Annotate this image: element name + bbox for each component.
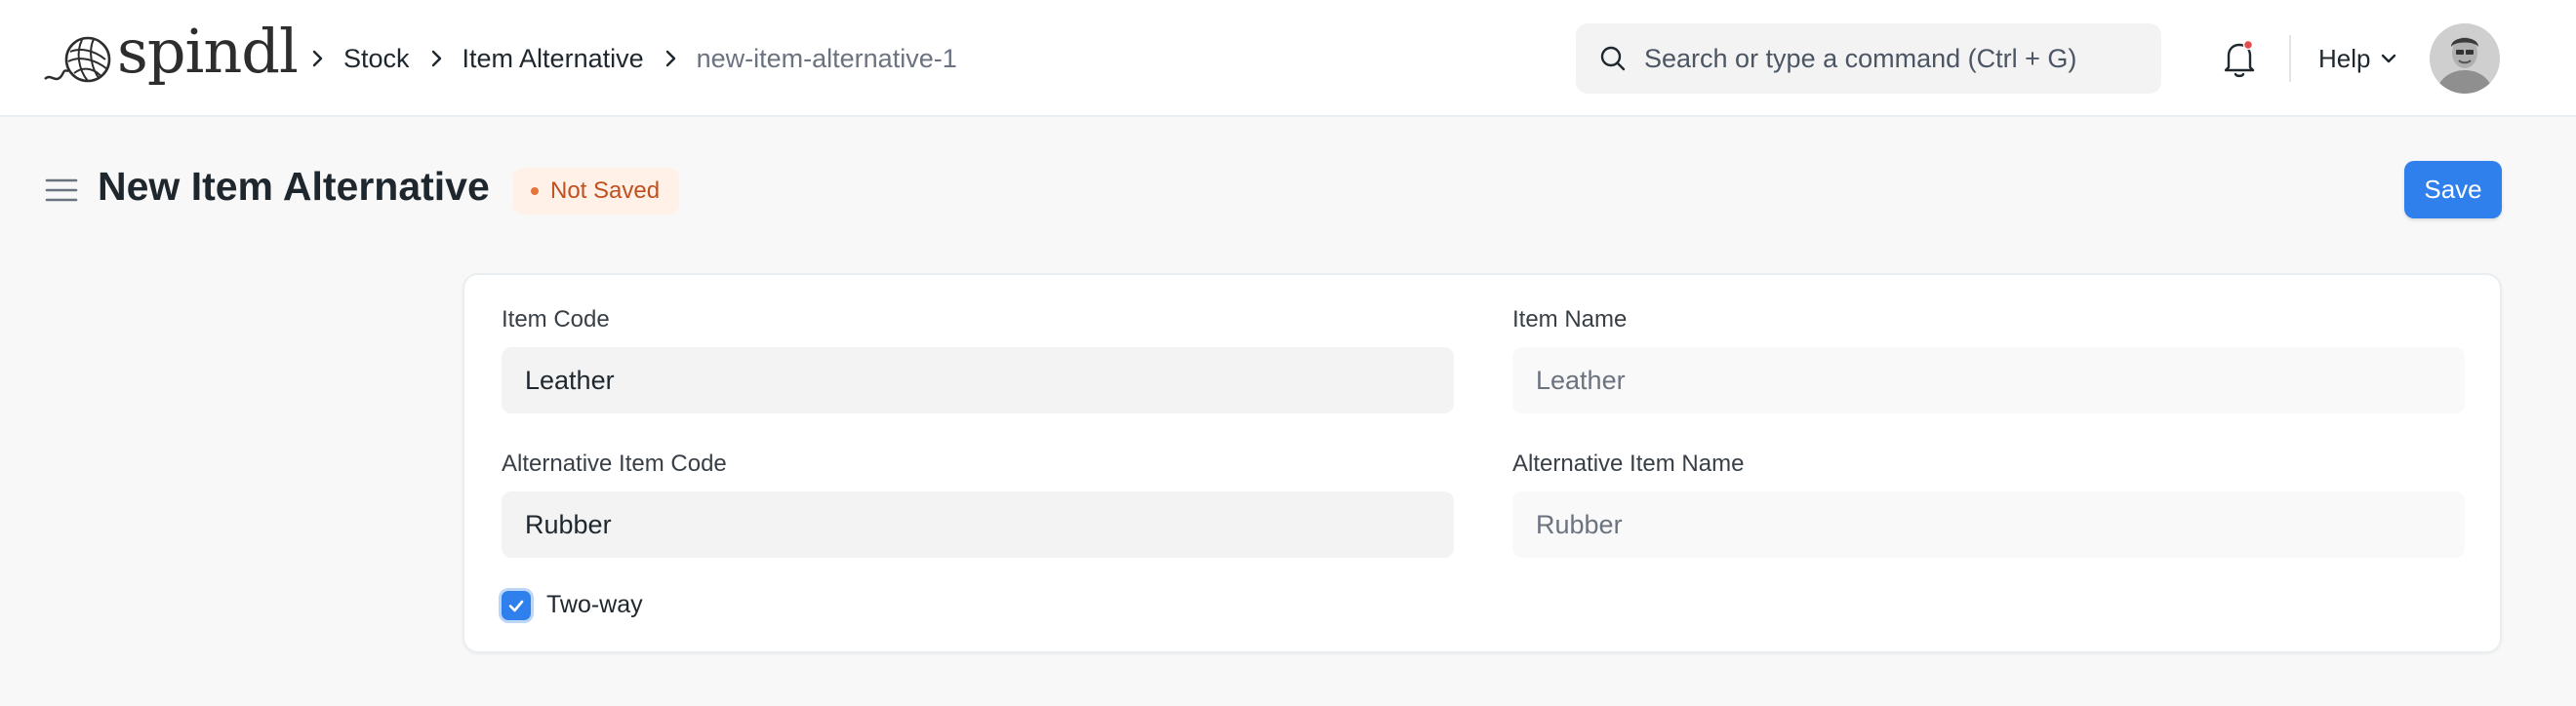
brand-logo[interactable]: spindl bbox=[43, 16, 299, 92]
alternative-item-code-input[interactable] bbox=[502, 491, 1454, 558]
yarn-ball-icon bbox=[44, 36, 111, 83]
item-code-label: Item Code bbox=[502, 306, 610, 333]
search-input[interactable] bbox=[1644, 43, 2152, 74]
form-card: Item Code Item Name Alternative Item Cod… bbox=[463, 273, 2502, 653]
chevron-right-icon bbox=[658, 45, 685, 72]
item-name-field bbox=[1512, 347, 2465, 413]
brand-name: spindl bbox=[117, 16, 299, 87]
notifications-bell-icon[interactable] bbox=[2219, 37, 2260, 80]
breadcrumb-item-alternative[interactable]: Item Alternative bbox=[463, 44, 644, 74]
item-code-input[interactable] bbox=[502, 347, 1454, 413]
search-bar[interactable] bbox=[1576, 23, 2161, 94]
status-dot-icon bbox=[531, 187, 539, 195]
navbar: spindl Stock Item Alternative new-item-a… bbox=[0, 0, 2576, 117]
navbar-divider bbox=[2289, 35, 2291, 82]
breadcrumb-current: new-item-alternative-1 bbox=[696, 43, 957, 73]
alternative-item-name-label: Alternative Item Name bbox=[1512, 451, 1745, 477]
help-menu[interactable]: Help bbox=[2318, 39, 2397, 78]
two-way-label[interactable]: Two-way bbox=[546, 591, 643, 619]
sidebar-toggle-icon[interactable] bbox=[45, 176, 78, 205]
chevron-right-icon bbox=[423, 45, 451, 72]
checkmark-icon bbox=[508, 600, 524, 612]
item-name-label: Item Name bbox=[1512, 306, 1628, 333]
two-way-checkbox[interactable] bbox=[502, 591, 531, 620]
help-label: Help bbox=[2318, 43, 2371, 73]
alternative-item-code-label: Alternative Item Code bbox=[502, 451, 727, 477]
chevron-right-icon bbox=[304, 45, 332, 72]
alternative-item-name-field bbox=[1512, 491, 2465, 558]
breadcrumb: Stock Item Alternative new-item-alternat… bbox=[301, 35, 957, 82]
status-text: Not Saved bbox=[550, 177, 661, 204]
save-button[interactable]: Save bbox=[2404, 161, 2502, 218]
chevron-down-icon bbox=[2382, 54, 2396, 63]
user-avatar[interactable] bbox=[2430, 23, 2500, 94]
search-icon bbox=[1600, 46, 1626, 71]
page-title: New Item Alternative bbox=[98, 164, 490, 209]
status-badge: Not Saved bbox=[513, 168, 680, 215]
breadcrumb-stock[interactable]: Stock bbox=[343, 44, 410, 74]
